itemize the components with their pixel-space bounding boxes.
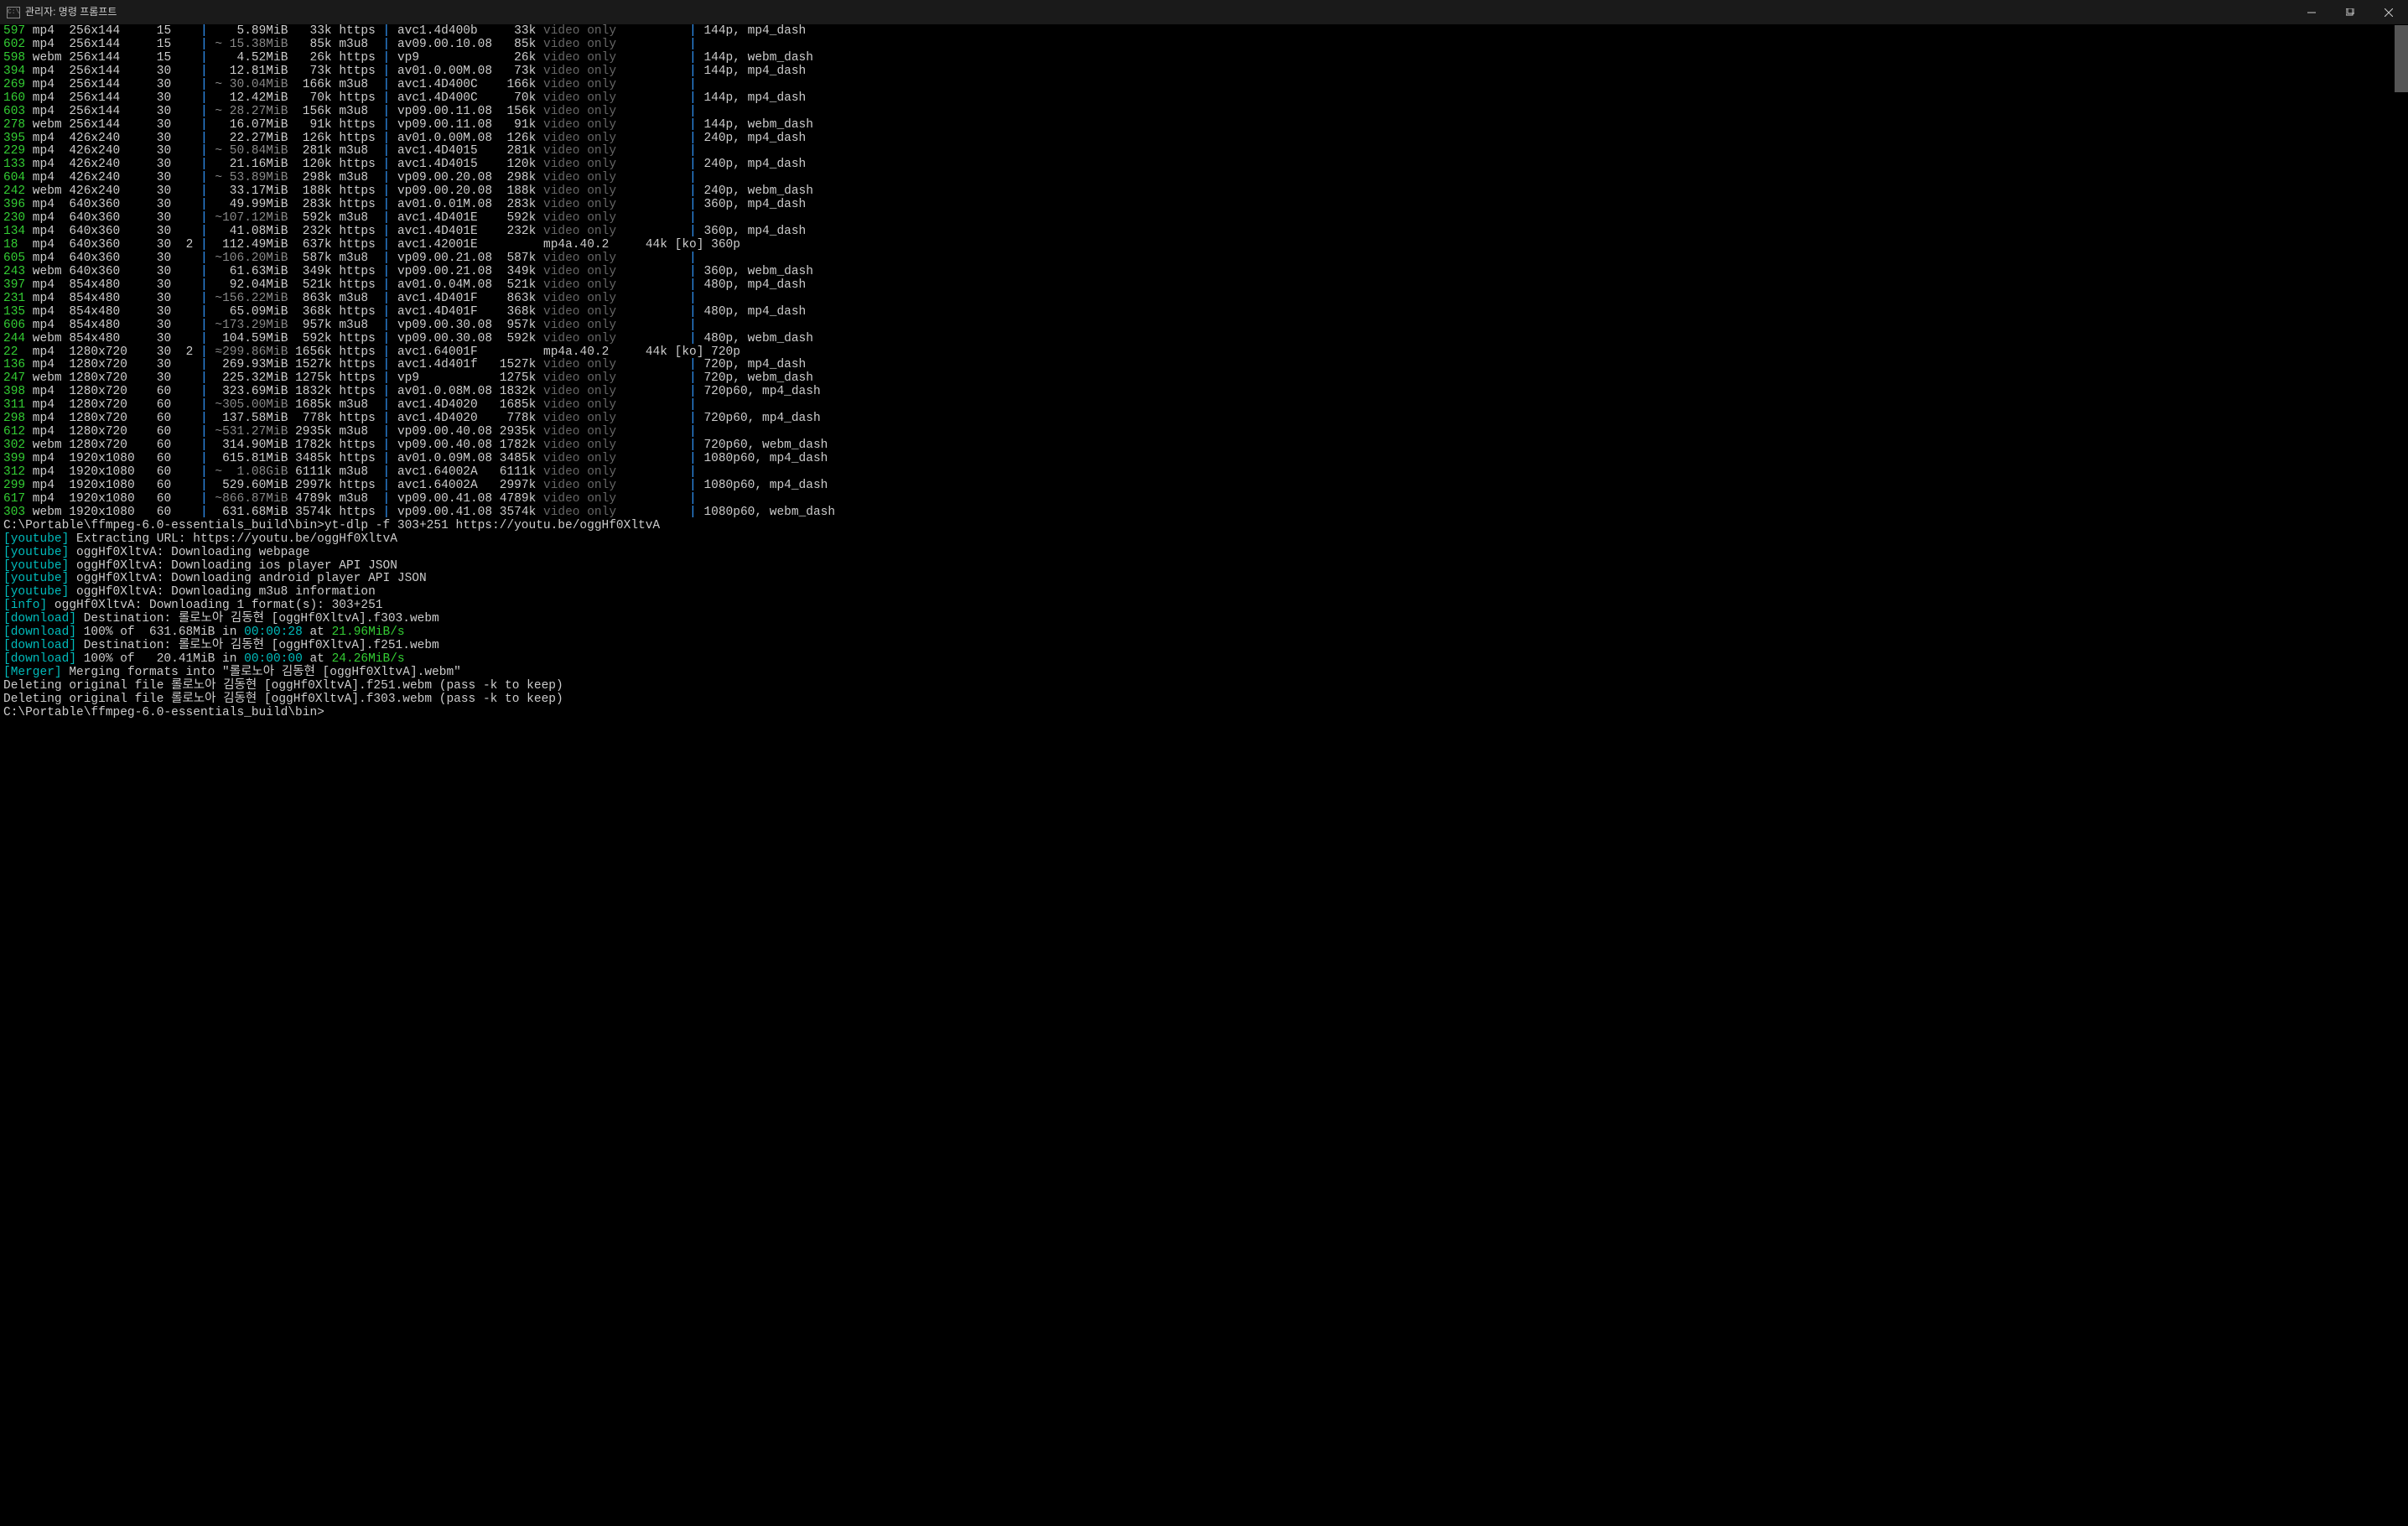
log-row: [youtube] oggHf0XltvA: Downloading m3u8 … [3, 586, 2405, 600]
format-row: 598 webm 256x144 15 | 4.52MiB 26k https … [3, 52, 2405, 65]
log-row: [download] 100% of 20.41MiB in 00:00:00 … [3, 653, 2405, 667]
format-row: 160 mp4 256x144 30 | 12.42MiB 70k https … [3, 92, 2405, 106]
titlebar: C:\ 관리자: 명령 프롬프트 [0, 0, 2408, 25]
format-row: 395 mp4 426x240 30 | 22.27MiB 126k https… [3, 132, 2405, 146]
log-row: Deleting original file 롤로노아 김동현 [oggHf0X… [3, 680, 2405, 693]
log-row: [info] oggHf0XltvA: Downloading 1 format… [3, 600, 2405, 613]
format-row: 302 webm 1280x720 60 | 314.90MiB 1782k h… [3, 439, 2405, 453]
close-button[interactable] [2369, 0, 2408, 25]
format-row: 312 mp4 1920x1080 60 | ~ 1.08GiB 6111k m… [3, 466, 2405, 480]
format-row: 299 mp4 1920x1080 60 | 529.60MiB 2997k h… [3, 480, 2405, 493]
format-row: 298 mp4 1280x720 60 | 137.58MiB 778k htt… [3, 413, 2405, 426]
format-row: 617 mp4 1920x1080 60 | ~866.87MiB 4789k … [3, 493, 2405, 506]
format-row: 136 mp4 1280x720 30 | 269.93MiB 1527k ht… [3, 359, 2405, 372]
log-row: Deleting original file 롤로노아 김동현 [oggHf0X… [3, 693, 2405, 707]
cmd-icon: C:\ [7, 7, 20, 18]
log-row: [youtube] oggHf0XltvA: Downloading webpa… [3, 547, 2405, 560]
format-row: 603 mp4 256x144 30 | ~ 28.27MiB 156k m3u… [3, 106, 2405, 119]
window-title: 관리자: 명령 프롬프트 [25, 7, 117, 18]
format-row: 394 mp4 256x144 30 | 12.81MiB 73k https … [3, 65, 2405, 79]
format-row: 605 mp4 640x360 30 | ~106.20MiB 587k m3u… [3, 252, 2405, 266]
format-row: 397 mp4 854x480 30 | 92.04MiB 521k https… [3, 279, 2405, 293]
format-row: 602 mp4 256x144 15 | ~ 15.38MiB 85k m3u8… [3, 39, 2405, 52]
format-row: 303 webm 1920x1080 60 | 631.68MiB 3574k … [3, 506, 2405, 520]
format-row: 22 mp4 1280x720 30 2 | ≈299.86MiB 1656k … [3, 346, 2405, 360]
log-row: [download] Destination: 롤로노아 김동현 [oggHf0… [3, 613, 2405, 626]
format-table: 597 mp4 256x144 15 | 5.89MiB 33k https |… [3, 25, 2405, 520]
format-row: 133 mp4 426x240 30 | 21.16MiB 120k https… [3, 158, 2405, 172]
format-row: 230 mp4 640x360 30 | ~107.12MiB 592k m3u… [3, 212, 2405, 226]
maximize-button[interactable] [2331, 0, 2369, 25]
format-row: 242 webm 426x240 30 | 33.17MiB 188k http… [3, 185, 2405, 199]
log-row: [Merger] Merging formats into "롤로노아 김동현 … [3, 667, 2405, 680]
log-row: [download] Destination: 롤로노아 김동현 [oggHf0… [3, 640, 2405, 653]
format-row: 135 mp4 854x480 30 | 65.09MiB 368k https… [3, 306, 2405, 319]
log-row: [youtube] Extracting URL: https://youtu.… [3, 533, 2405, 547]
format-row: 597 mp4 256x144 15 | 5.89MiB 33k https |… [3, 25, 2405, 39]
format-row: 612 mp4 1280x720 60 | ~531.27MiB 2935k m… [3, 426, 2405, 439]
titlebar-left: C:\ 관리자: 명령 프롬프트 [7, 7, 117, 18]
format-row: 18 mp4 640x360 30 2 | 112.49MiB 637k htt… [3, 239, 2405, 252]
format-row: 399 mp4 1920x1080 60 | 615.81MiB 3485k h… [3, 453, 2405, 466]
command-line: C:\Portable\ffmpeg-6.0-essentials_build\… [3, 520, 2405, 533]
format-row: 398 mp4 1280x720 60 | 323.69MiB 1832k ht… [3, 386, 2405, 399]
format-row: 311 mp4 1280x720 60 | ~305.00MiB 1685k m… [3, 399, 2405, 413]
format-row: 134 mp4 640x360 30 | 41.08MiB 232k https… [3, 226, 2405, 239]
log-row: [download] 100% of 631.68MiB in 00:00:28… [3, 626, 2405, 640]
format-row: 244 webm 854x480 30 | 104.59MiB 592k htt… [3, 333, 2405, 346]
log-row: [youtube] oggHf0XltvA: Downloading andro… [3, 573, 2405, 586]
minimize-button[interactable] [2292, 0, 2331, 25]
log-row: [youtube] oggHf0XltvA: Downloading ios p… [3, 560, 2405, 574]
format-row: 604 mp4 426x240 30 | ~ 53.89MiB 298k m3u… [3, 172, 2405, 185]
format-row: 278 webm 256x144 30 | 16.07MiB 91k https… [3, 119, 2405, 132]
scrollbar[interactable] [2395, 25, 2408, 92]
format-row: 247 webm 1280x720 30 | 225.32MiB 1275k h… [3, 372, 2405, 386]
format-row: 606 mp4 854x480 30 | ~173.29MiB 957k m3u… [3, 319, 2405, 333]
terminal-body[interactable]: 597 mp4 256x144 15 | 5.89MiB 33k https |… [0, 25, 2408, 1526]
window-controls [2292, 0, 2408, 25]
format-row: 229 mp4 426x240 30 | ~ 50.84MiB 281k m3u… [3, 145, 2405, 158]
format-row: 231 mp4 854x480 30 | ~156.22MiB 863k m3u… [3, 293, 2405, 306]
format-row: 243 webm 640x360 30 | 61.63MiB 349k http… [3, 266, 2405, 279]
format-row: 396 mp4 640x360 30 | 49.99MiB 283k https… [3, 199, 2405, 212]
prompt-line: C:\Portable\ffmpeg-6.0-essentials_build\… [3, 707, 2405, 720]
format-row: 269 mp4 256x144 30 | ~ 30.04MiB 166k m3u… [3, 79, 2405, 92]
